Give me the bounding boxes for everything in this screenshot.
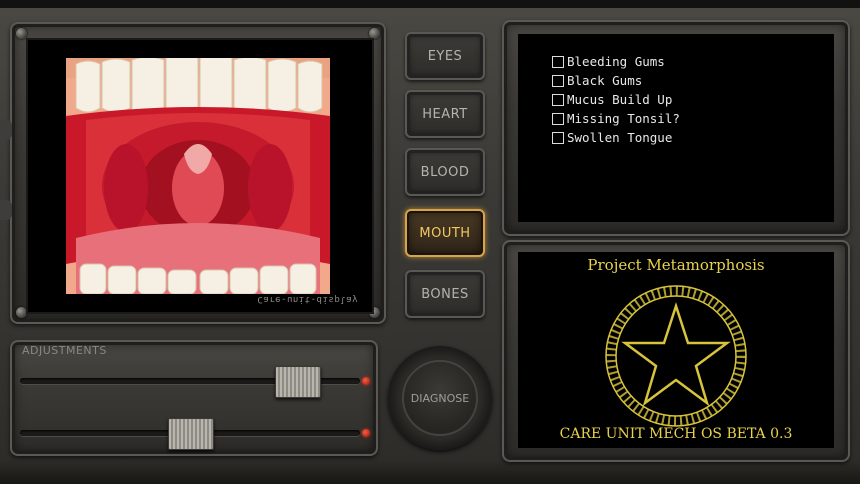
os-screen: Project Metamorphosis CARE UNIT MECH OS … [518,252,834,448]
os-panel: Project Metamorphosis CARE UNIT MECH OS … [502,240,850,462]
symptoms-screen: Bleeding Gums Black Gums Mucus Build Up … [518,34,834,222]
adjustment-slider-1-handle[interactable] [274,366,321,398]
clamp-left [0,200,12,220]
symptom-swollen-tongue[interactable]: Swollen Tongue [552,130,672,145]
adjustment-slider-2-handle[interactable] [168,418,214,450]
blood-button[interactable]: BLOOD [405,148,485,196]
symptom-label: Missing Tonsil? [567,111,680,126]
heart-button[interactable]: HEART [405,90,485,138]
top-frame [0,0,860,8]
adjustments-panel: ADJUSTMENTS [10,340,378,456]
specimen-viewer-panel: Care-unit-display [10,22,386,324]
symptom-label: Mucus Build Up [567,92,673,107]
os-footer: CARE UNIT MECH OS BETA 0.3 [559,426,793,442]
clamp-left [0,120,12,140]
symptom-black-gums[interactable]: Black Gums [552,73,642,88]
symptom-mucus-build-up[interactable]: Mucus Build Up [552,92,672,107]
adjustments-label: ADJUSTMENTS [22,344,107,357]
bones-button[interactable]: BONES [405,270,485,318]
star-emblem-icon [602,282,750,434]
checkbox[interactable] [552,131,564,144]
checkbox[interactable] [552,55,564,68]
symptom-label: Swollen Tongue [567,130,673,145]
mouth-button[interactable]: MOUTH [405,209,485,257]
indicator-led [362,429,370,437]
symptom-label: Black Gums [567,73,643,88]
checkbox[interactable] [552,93,564,106]
symptom-bleeding-gums[interactable]: Bleeding Gums [552,54,665,69]
viewer-screen [26,38,374,314]
os-title: Project Metamorphosis [587,256,765,274]
symptom-missing-tonsil[interactable]: Missing Tonsil? [552,111,680,126]
symptoms-panel: Bleeding Gums Black Gums Mucus Build Up … [502,20,850,236]
bottom-grime [0,460,860,484]
symptom-label: Bleeding Gums [567,54,665,69]
diagnose-dial: DIAGNOSE [388,346,492,450]
eyes-button[interactable]: EYES [405,32,485,80]
viewer-caption: Care-unit-display [257,294,358,304]
checkbox[interactable] [552,112,564,125]
diagnose-button[interactable]: DIAGNOSE [402,360,478,436]
mouth-scan-image [66,58,330,294]
checkbox[interactable] [552,74,564,87]
indicator-led [362,377,370,385]
